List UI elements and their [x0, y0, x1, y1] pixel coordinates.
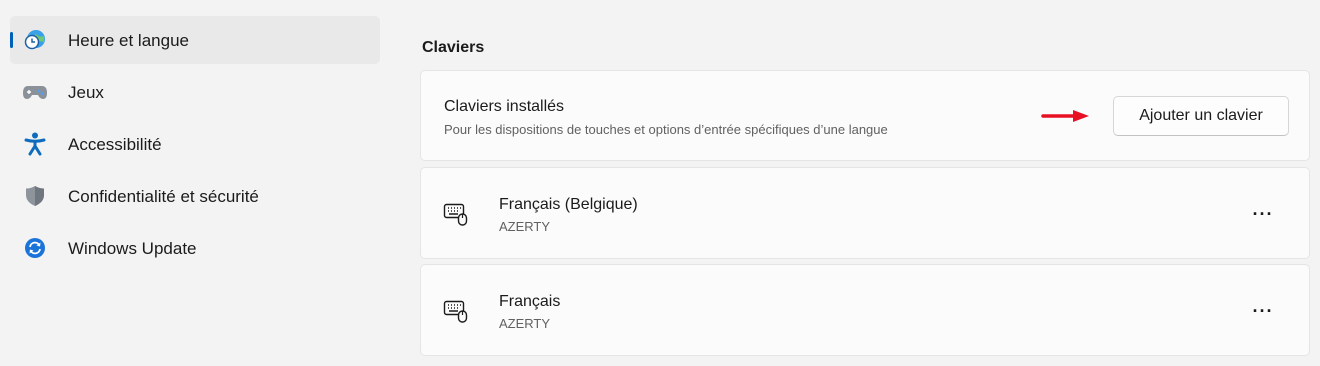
- section-title: Claviers: [422, 39, 485, 56]
- sidebar-item-label: Heure et langue: [68, 31, 189, 50]
- installed-keyboards-card: Claviers installés Pour les dispositions…: [420, 70, 1310, 161]
- sidebar-item-label: Confidentialité et sécurité: [68, 187, 259, 206]
- keyboard-icon: [443, 300, 468, 323]
- keyboard-layout: AZERTY: [499, 219, 551, 234]
- accessibility-icon: [22, 132, 48, 156]
- sidebar-item-label: Jeux: [68, 83, 104, 102]
- red-arrow-icon: [1041, 110, 1089, 122]
- sidebar-item-accessibilite[interactable]: Accessibilité: [10, 120, 380, 168]
- keyboard-item[interactable]: Français AZERTY ···: [420, 264, 1310, 356]
- sidebar-item-windows-update[interactable]: Windows Update: [10, 224, 380, 272]
- installed-keyboards-subtitle: Pour les dispositions de touches et opti…: [444, 122, 888, 137]
- gamepad-icon: [22, 80, 48, 104]
- sidebar-item-label: Windows Update: [68, 239, 197, 258]
- more-options-button[interactable]: ···: [1241, 198, 1285, 230]
- selection-indicator: [10, 32, 13, 48]
- add-keyboard-button[interactable]: Ajouter un clavier: [1113, 96, 1289, 136]
- sidebar-item-confidentialite[interactable]: Confidentialité et sécurité: [10, 172, 380, 220]
- installed-keyboards-title: Claviers installés: [444, 98, 565, 115]
- sidebar-item-heure-et-langue[interactable]: Heure et langue: [10, 16, 380, 64]
- keyboard-layout: AZERTY: [499, 316, 551, 331]
- sidebar: Heure et langue Jeux Accessibilité Confi…: [10, 16, 380, 276]
- keyboard-name: Français (Belgique): [499, 196, 638, 213]
- sidebar-item-label: Accessibilité: [68, 135, 162, 154]
- keyboard-name: Français: [499, 293, 561, 310]
- keyboard-item[interactable]: Français (Belgique) AZERTY ···: [420, 167, 1310, 259]
- sidebar-item-jeux[interactable]: Jeux: [10, 68, 380, 116]
- windows-update-icon: [22, 236, 48, 260]
- globe-clock-icon: [22, 28, 48, 52]
- shield-icon: [22, 184, 48, 208]
- more-options-button[interactable]: ···: [1241, 295, 1285, 327]
- keyboard-icon: [443, 203, 468, 226]
